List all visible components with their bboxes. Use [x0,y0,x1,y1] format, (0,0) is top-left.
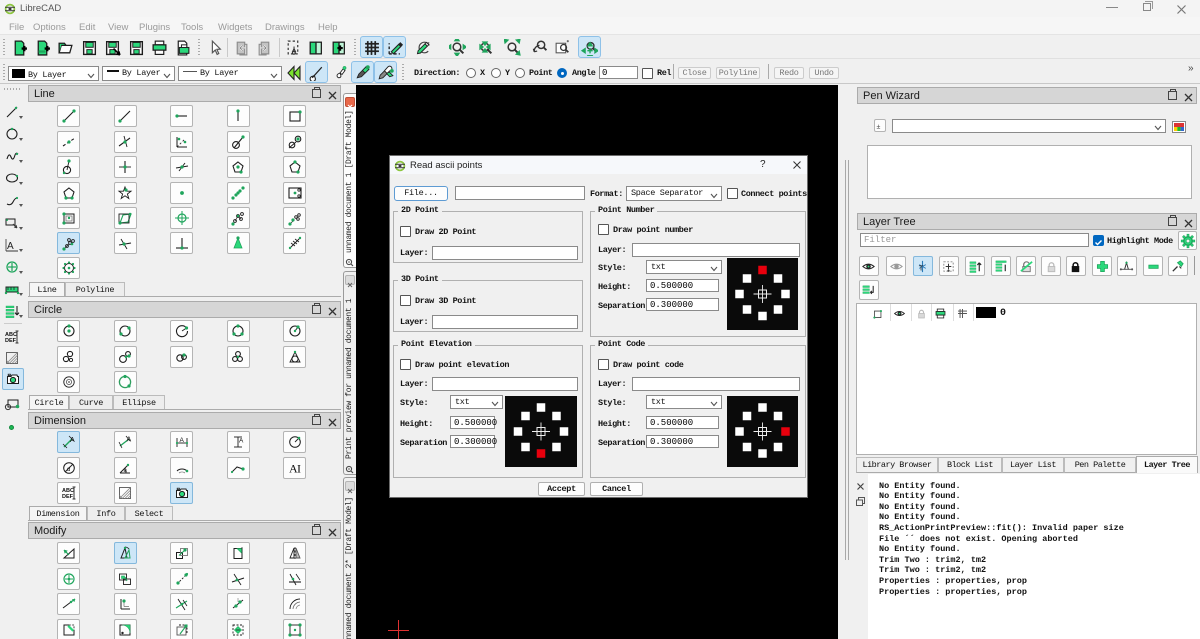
svg-text:A: A [179,437,184,444]
svg-text:A: A [127,437,132,444]
svg-text:I: I [297,461,301,475]
svg-text:T: T [919,263,924,272]
svg-text:d: d [67,467,70,473]
svg-text:A: A [70,437,75,444]
svg-text:±: ± [877,124,881,131]
svg-text:DEF: DEF [62,494,74,500]
svg-text:A: A [7,241,14,252]
svg-text:A: A [239,438,244,445]
svg-text:DEF: DEF [5,338,17,344]
